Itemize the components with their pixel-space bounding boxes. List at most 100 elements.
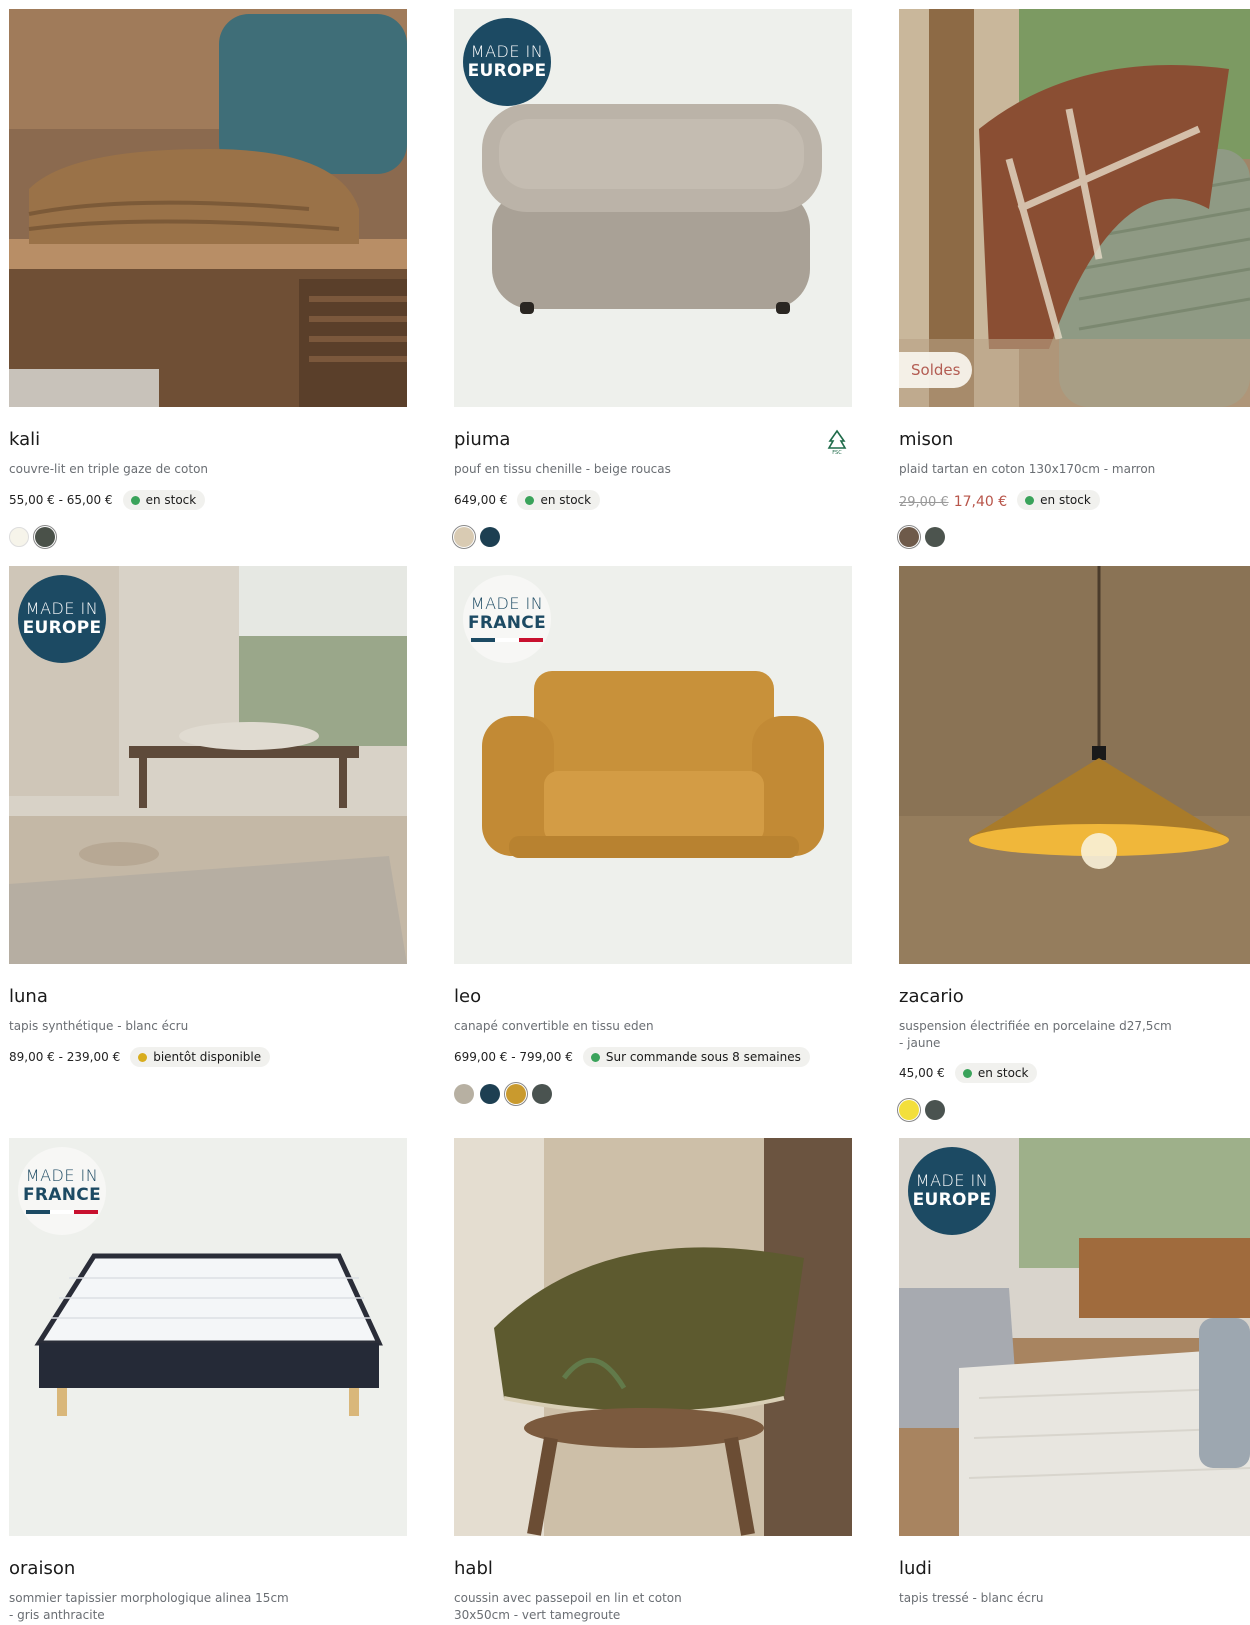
product-price: 45,00 € xyxy=(899,1066,945,1080)
swatch-navy[interactable] xyxy=(480,1084,500,1104)
stock-label: en stock xyxy=(145,493,197,507)
product-price: 649,00 € xyxy=(454,493,508,507)
product-name[interactable]: habl xyxy=(454,1558,493,1579)
stock-label: Sur commande sous 8 semaines xyxy=(605,1050,801,1064)
stock-status-icon xyxy=(590,1052,600,1062)
product-description: plaid tartan en coton 130x170cm - marron xyxy=(899,462,1156,476)
pendant-lamp-photo xyxy=(899,566,1250,964)
swatch-dark-grey[interactable] xyxy=(925,1100,945,1120)
product-name[interactable]: kali xyxy=(9,429,40,450)
product-description: pouf en tissu chenille - beige roucas xyxy=(454,462,671,476)
product-description: suspension électrifiée en porcelaine d27… xyxy=(899,1019,1172,1050)
badge-line2: EUROPE xyxy=(467,61,547,81)
stock-status-icon xyxy=(130,495,140,505)
badge-line2: EUROPE xyxy=(912,1190,992,1210)
product-image-piuma[interactable]: MADE IN EUROPE xyxy=(454,9,852,407)
product-image-mison[interactable]: Soldes xyxy=(899,9,1250,407)
product-name[interactable]: luna xyxy=(9,986,48,1007)
product-name[interactable]: piuma xyxy=(454,429,510,450)
product-image-oraison[interactable]: MADE IN FRANCE xyxy=(9,1138,407,1536)
bedspread-photo xyxy=(9,9,407,407)
stock-status-icon xyxy=(1025,495,1035,505)
stock-status-icon xyxy=(138,1052,148,1062)
product-price: 699,00 € - 799,00 € xyxy=(454,1050,573,1064)
made-in-europe-badge: MADE IN EUROPE xyxy=(18,575,106,663)
swatch-yellow[interactable] xyxy=(897,1098,921,1122)
color-swatches xyxy=(897,1098,945,1122)
french-flag-icon xyxy=(26,1210,98,1214)
swatch-taupe[interactable] xyxy=(454,1084,474,1104)
badge-line1: MADE IN xyxy=(915,1171,989,1190)
product-description: coussin avec passepoil en lin et coton 3… xyxy=(454,1591,682,1622)
product-card-zacario[interactable]: zacario suspension électrifiée en porcel… xyxy=(897,566,1250,1122)
swatch-navy[interactable] xyxy=(480,527,500,547)
product-name[interactable]: ludi xyxy=(899,1558,932,1579)
price-row: 649,00 € en stock xyxy=(454,490,601,510)
color-swatches xyxy=(452,525,500,549)
made-in-france-badge: MADE IN FRANCE xyxy=(18,1147,106,1235)
swatch-beige[interactable] xyxy=(452,525,476,549)
old-price: 29,00 € xyxy=(899,494,949,510)
price-row: 699,00 € - 799,00 € Sur commande sous 8 … xyxy=(454,1047,810,1067)
product-description: couvre-lit en triple gaze de coton xyxy=(9,462,209,476)
made-in-europe-badge: MADE IN EUROPE xyxy=(463,18,551,106)
product-price: 89,00 € - 239,00 € xyxy=(9,1050,121,1064)
stock-badge: en stock xyxy=(954,1063,1038,1083)
swatch-dark-green[interactable] xyxy=(532,1084,552,1104)
product-card-mison[interactable]: Soldes mison plaid tartan en coton 130x1… xyxy=(897,9,1250,549)
product-price: 55,00 € - 65,00 € xyxy=(9,493,113,507)
stock-badge: bientôt disponible xyxy=(130,1047,271,1067)
sale-price: 17,40 € xyxy=(953,493,1008,510)
product-image-leo[interactable]: MADE IN FRANCE xyxy=(454,566,852,964)
product-name[interactable]: oraison xyxy=(9,1558,75,1579)
color-swatches xyxy=(454,1082,552,1106)
stock-badge: en stock xyxy=(122,490,206,510)
product-name[interactable]: mison xyxy=(899,429,953,450)
swatch-dark-grey[interactable] xyxy=(33,525,57,549)
made-in-france-badge: MADE IN FRANCE xyxy=(463,575,551,663)
color-swatches xyxy=(897,525,945,549)
product-name[interactable]: leo xyxy=(454,986,481,1007)
stock-badge: en stock xyxy=(1017,490,1100,510)
product-card-luna[interactable]: MADE IN EUROPE luna tapis synthétique - … xyxy=(9,566,407,1067)
badge-line1: MADE IN xyxy=(470,594,544,613)
french-flag-icon xyxy=(471,638,543,642)
made-in-europe-badge: MADE IN EUROPE xyxy=(908,1147,996,1235)
stock-label: en stock xyxy=(1040,493,1091,507)
product-description: tapis synthétique - blanc écru xyxy=(9,1019,189,1033)
swatch-mustard[interactable] xyxy=(504,1082,528,1106)
badge-line2: FRANCE xyxy=(468,613,546,633)
svg-text:FSC: FSC xyxy=(832,450,842,455)
stock-badge: en stock xyxy=(517,490,601,510)
swatch-brown[interactable] xyxy=(897,525,921,549)
stock-label: en stock xyxy=(977,1066,1029,1080)
product-image-luna[interactable]: MADE IN EUROPE xyxy=(9,566,407,964)
swatch-green-grey[interactable] xyxy=(925,527,945,547)
product-image-habl[interactable] xyxy=(454,1138,852,1536)
product-card-kali[interactable]: kali couvre-lit en triple gaze de coton … xyxy=(9,9,407,549)
product-description: tapis tressé - blanc écru xyxy=(899,1591,1044,1605)
sale-badge: Soldes xyxy=(899,352,973,388)
product-image-zacario[interactable] xyxy=(899,566,1250,964)
badge-line1: MADE IN xyxy=(25,1166,99,1185)
price-row: 29,00 € 17,40 € en stock xyxy=(899,490,1100,510)
product-card-habl[interactable]: habl coussin avec passepoil en lin et co… xyxy=(454,1138,852,1622)
stock-status-icon xyxy=(962,1068,972,1078)
color-swatches xyxy=(9,525,57,549)
tartan-plaid-photo xyxy=(899,9,1250,407)
product-image-kali[interactable] xyxy=(9,9,407,407)
price-row: 55,00 € - 65,00 € en stock xyxy=(9,490,206,510)
product-description: sommier tapissier morphologique alinea 1… xyxy=(9,1591,289,1622)
fsc-tree-icon: FSC xyxy=(827,429,847,455)
product-card-leo[interactable]: MADE IN FRANCE leo canapé convertible en… xyxy=(454,566,852,1106)
swatch-ecru[interactable] xyxy=(9,527,29,547)
price-row: 45,00 € en stock xyxy=(899,1063,1038,1083)
price-row: 89,00 € - 239,00 € bientôt disponible xyxy=(9,1047,271,1067)
product-image-ludi[interactable]: MADE IN EUROPE xyxy=(899,1138,1250,1536)
product-description: canapé convertible en tissu eden xyxy=(454,1019,654,1033)
stock-status-icon xyxy=(525,495,535,505)
product-name[interactable]: zacario xyxy=(899,986,964,1007)
product-card-oraison[interactable]: MADE IN FRANCE oraison sommier tapissier… xyxy=(9,1138,407,1622)
product-card-piuma[interactable]: MADE IN EUROPE piuma FSC pouf en tissu c… xyxy=(452,9,852,549)
product-card-ludi[interactable]: MADE IN EUROPE ludi tapis tressé - blanc… xyxy=(899,1138,1250,1605)
